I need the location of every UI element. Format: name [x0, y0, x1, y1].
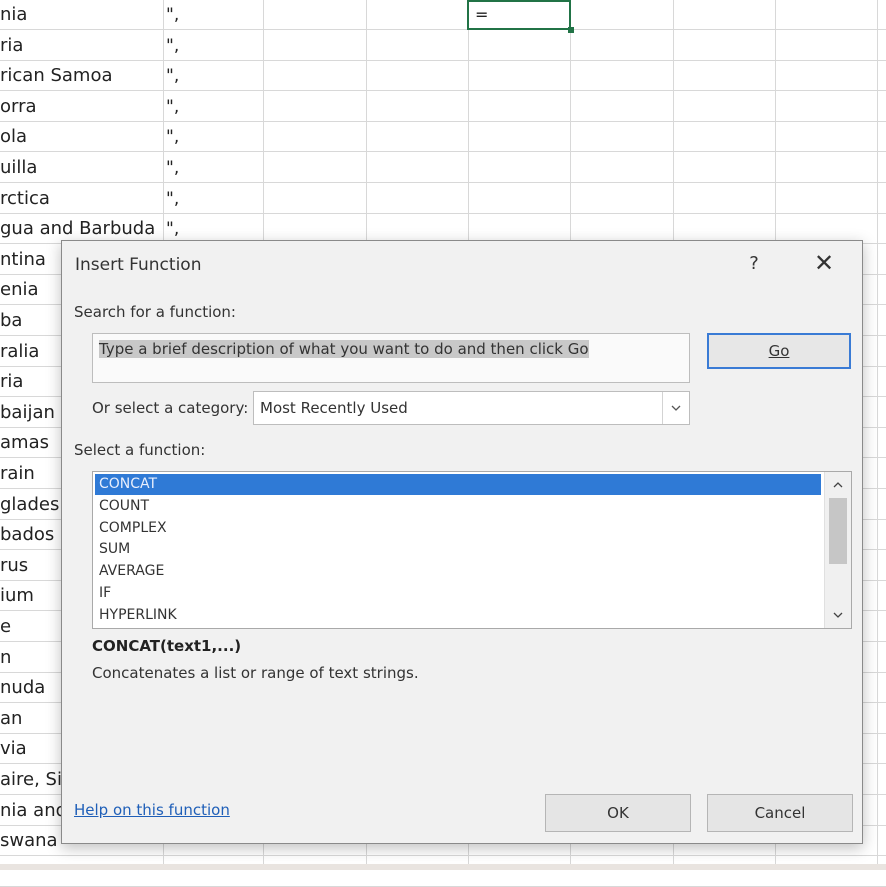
cancel-button[interactable]: Cancel [707, 794, 853, 832]
cell-quote[interactable]: ", [166, 61, 262, 91]
function-item[interactable]: SUM [95, 539, 821, 560]
cell-country[interactable]: orra [0, 92, 160, 122]
active-cell-value: = [475, 5, 489, 24]
cell-country[interactable]: rican Samoa [0, 61, 160, 91]
search-input[interactable]: Type a brief description of what you wan… [92, 333, 690, 383]
function-item[interactable]: HYPERLINK [95, 605, 821, 626]
select-function-label: Select a function: [74, 441, 206, 459]
cell-country[interactable]: ria [0, 31, 160, 61]
column-divider [877, 0, 878, 870]
search-input-text: Type a brief description of what you wan… [99, 340, 589, 358]
cell-quote[interactable]: ", [166, 0, 262, 30]
cell-country[interactable]: ola [0, 122, 160, 152]
cell-country[interactable]: rctica [0, 184, 160, 214]
ok-button[interactable]: OK [545, 794, 691, 832]
function-list[interactable]: CONCAT COUNT COMPLEX SUM AVERAGE IF HYPERLINK [92, 471, 852, 629]
function-item[interactable]: CONCAT [95, 474, 821, 495]
function-item[interactable]: AVERAGE [95, 561, 821, 582]
active-cell[interactable]: = [467, 0, 571, 30]
go-button[interactable]: Go [707, 333, 851, 369]
function-item[interactable]: COUNT [95, 496, 821, 517]
function-item[interactable]: COMPLEX [95, 518, 821, 539]
category-label: Or select a category: [92, 399, 249, 417]
chevron-up-icon[interactable] [825, 474, 851, 496]
function-signature: CONCAT(text1,...) [92, 637, 242, 655]
sheet-bottom-strip [0, 864, 886, 870]
category-value: Most Recently Used [260, 399, 408, 417]
cell-quote[interactable]: ", [166, 31, 262, 61]
function-list-scrollbar[interactable] [824, 472, 851, 628]
chevron-down-icon[interactable] [825, 604, 851, 626]
cell-quote[interactable]: ", [166, 122, 262, 152]
cell-country[interactable]: uilla [0, 153, 160, 183]
cell-quote[interactable]: ", [166, 153, 262, 183]
function-description: Concatenates a list or range of text str… [92, 664, 419, 682]
cell-quote[interactable]: ", [166, 92, 262, 122]
scroll-thumb[interactable] [829, 498, 847, 564]
close-icon[interactable]: ✕ [810, 249, 838, 277]
dialog-title: Insert Function [75, 255, 202, 275]
search-label: Search for a function: [74, 303, 236, 321]
cell-quote[interactable]: ", [166, 184, 262, 214]
help-on-function-link[interactable]: Help on this function [74, 801, 230, 819]
category-select[interactable]: Most Recently Used [253, 391, 690, 425]
help-icon[interactable]: ? [742, 251, 766, 277]
function-item[interactable]: IF [95, 583, 821, 604]
chevron-down-icon[interactable] [662, 392, 689, 424]
fill-handle[interactable] [568, 27, 574, 33]
go-button-label: Go [768, 342, 790, 360]
insert-function-dialog: Insert Function ? ✕ Search for a functio… [61, 240, 863, 844]
cell-country[interactable]: nia [0, 0, 160, 30]
